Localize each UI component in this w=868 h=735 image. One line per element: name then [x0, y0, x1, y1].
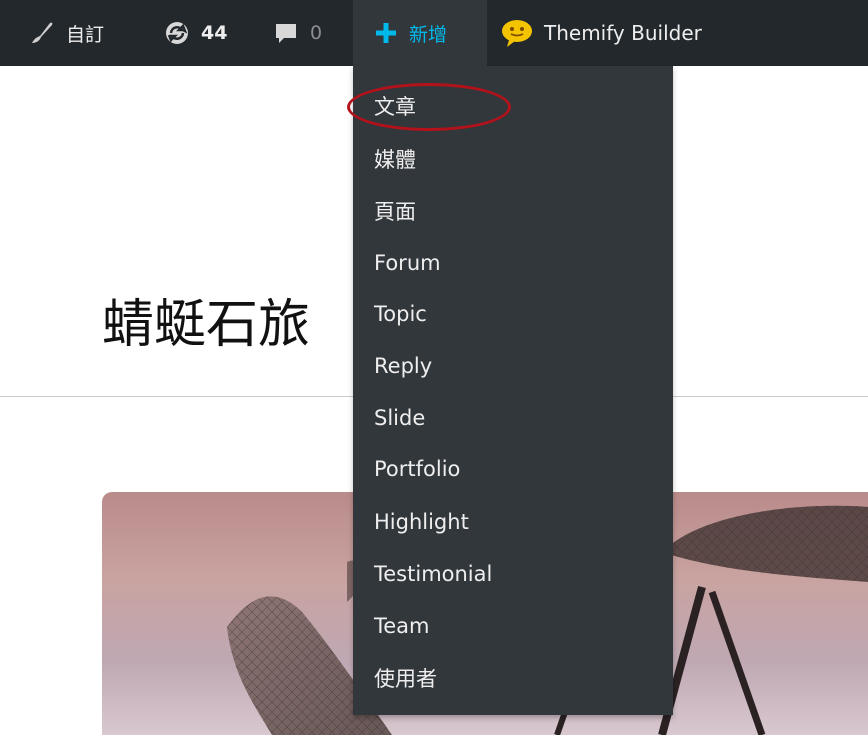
new-content-menu[interactable]: 新增: [353, 0, 487, 66]
menu-item-testimonial[interactable]: Testimonial: [374, 558, 492, 590]
paintbrush-icon: [32, 22, 53, 43]
plus-icon: [376, 23, 396, 43]
customize-menu[interactable]: 自訂: [28, 0, 104, 66]
admin-bar: 自訂 44 0 新增 Themify Builder: [0, 0, 868, 66]
themify-builder-menu[interactable]: Themify Builder: [500, 0, 702, 66]
page-title: 蜻蜓石旅: [102, 295, 311, 355]
updates-count: 44: [201, 22, 228, 44]
menu-item-forum[interactable]: Forum: [374, 247, 441, 279]
comments-menu[interactable]: 0: [272, 0, 322, 66]
menu-item-team[interactable]: Team: [374, 610, 430, 642]
new-content-dropdown: 文章 媒體 頁面 Forum Topic Reply Slide Portfol…: [353, 66, 673, 715]
updates-menu[interactable]: 44: [163, 0, 227, 66]
themify-label: Themify Builder: [544, 21, 702, 45]
menu-item-topic[interactable]: Topic: [374, 298, 427, 330]
comments-count: 0: [310, 22, 323, 44]
themify-icon: [502, 20, 532, 47]
menu-item-media[interactable]: 媒體: [374, 143, 416, 175]
menu-item-reply[interactable]: Reply: [374, 350, 432, 382]
new-label: 新增: [409, 23, 448, 46]
menu-item-page[interactable]: 頁面: [374, 195, 416, 227]
annotation-ring: [347, 83, 511, 131]
menu-item-highlight[interactable]: Highlight: [374, 506, 469, 538]
updates-icon: [166, 22, 188, 44]
menu-item-user[interactable]: 使用者: [374, 662, 437, 694]
customize-label: 自訂: [66, 23, 105, 46]
comment-icon: [276, 24, 296, 43]
menu-item-portfolio[interactable]: Portfolio: [374, 453, 460, 485]
menu-item-slide[interactable]: Slide: [374, 402, 425, 434]
